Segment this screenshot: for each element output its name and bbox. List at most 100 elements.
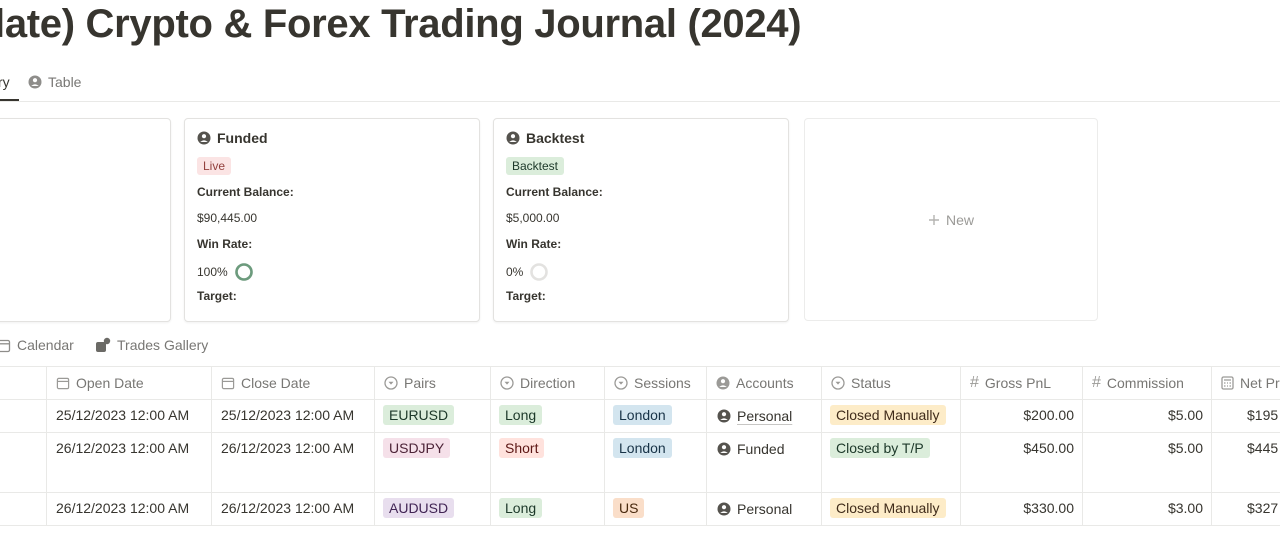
close-date-cell[interactable]: 25/12/2023 12:00 AM (221, 407, 354, 423)
pair-cell[interactable]: EURUSD (383, 405, 455, 425)
select-icon (384, 375, 398, 390)
close-date-cell[interactable]: 26/12/2023 12:00 AM (221, 500, 354, 516)
column-divider (706, 366, 707, 526)
column-header-net-profit[interactable]: Net Pr (1221, 366, 1280, 399)
direction-tag: Long (499, 405, 543, 425)
person-icon (197, 131, 211, 145)
net-profit-cell[interactable]: $195 (1247, 407, 1278, 423)
column-header-pairs[interactable]: Pairs (384, 366, 436, 399)
status-tag: Closed by T/P (830, 438, 930, 458)
tab-trades-gallery-label: Trades Gallery (117, 337, 209, 353)
direction-cell[interactable]: Long (499, 405, 543, 425)
gallery-card-partial[interactable] (0, 118, 171, 322)
page-title: late) Crypto & Forex Trading Journal (20… (0, 2, 802, 46)
status-cell[interactable]: Closed by T/P (830, 438, 930, 458)
account-cell[interactable]: Personal (717, 408, 792, 424)
shapes-icon (96, 337, 111, 352)
person-icon (717, 442, 731, 456)
pair-cell[interactable]: AUDUSD (383, 498, 455, 518)
column-header-accounts[interactable]: Accounts (716, 366, 794, 399)
table-border (0, 525, 1280, 526)
direction-tag: Short (499, 438, 545, 458)
pair-tag: USDJPY (383, 438, 451, 458)
column-divider (211, 366, 212, 526)
pair-tag: AUDUSD (383, 498, 455, 518)
account-name[interactable]: Funded (737, 441, 784, 457)
table-border (0, 399, 1280, 400)
column-header-close-date[interactable]: Close Date (221, 366, 310, 399)
account-cell[interactable]: Funded (717, 441, 784, 457)
column-divider (46, 366, 47, 526)
new-card-button[interactable]: New (804, 118, 1098, 321)
status-cell[interactable]: Closed Manually (830, 498, 946, 518)
account-cell[interactable]: Personal (717, 501, 792, 517)
session-tag: London (613, 438, 672, 458)
tab-table[interactable]: Table (28, 74, 81, 90)
tab-gallery[interactable]: ry (0, 74, 10, 90)
column-header-status[interactable]: Status (831, 366, 891, 399)
direction-cell[interactable]: Short (499, 438, 545, 458)
winrate-label: Win Rate: (506, 237, 562, 251)
column-header-commission[interactable]: # Commission (1092, 366, 1184, 399)
header-label: Sessions (634, 374, 691, 391)
gross-pnl-cell[interactable]: $450.00 (960, 440, 1074, 456)
divider (0, 101, 1280, 102)
account-name[interactable]: Personal (737, 501, 792, 517)
gallery-card-funded[interactable]: Funded Live Current Balance: $90,445.00 … (184, 118, 480, 322)
pair-cell[interactable]: USDJPY (383, 438, 451, 458)
person-icon (716, 376, 730, 389)
target-label: Target: (197, 289, 237, 303)
header-label: Direction (520, 374, 576, 391)
header-label: Commission (1106, 374, 1184, 391)
header-label: Open Date (76, 374, 144, 391)
status-cell[interactable]: Closed Manually (830, 405, 946, 425)
person-icon (28, 75, 42, 89)
gross-pnl-cell[interactable]: $330.00 (960, 500, 1074, 516)
person-icon (506, 131, 520, 145)
open-date-cell[interactable]: 26/12/2023 12:00 AM (56, 500, 189, 516)
header-label: Gross PnL (984, 374, 1052, 391)
calendar-icon (221, 377, 235, 389)
number-icon: # (1092, 373, 1101, 391)
column-header-direction[interactable]: Direction (500, 366, 575, 399)
close-date-cell[interactable]: 26/12/2023 12:00 AM (221, 440, 354, 456)
header-label: Close Date (241, 374, 311, 391)
session-cell[interactable]: US (613, 498, 645, 518)
session-cell[interactable]: London (613, 405, 672, 425)
column-header-open-date[interactable]: Open Date (56, 366, 144, 399)
session-tag: London (613, 405, 672, 425)
card-title-text: Funded (217, 130, 268, 146)
session-cell[interactable]: London (613, 438, 672, 458)
tab-calendar[interactable]: Calendar (0, 337, 74, 353)
select-icon (831, 375, 845, 390)
gallery-card-backtest[interactable]: Backtest Backtest Current Balance: $5,00… (493, 118, 789, 322)
commission-cell[interactable]: $5.00 (1082, 407, 1203, 423)
open-date-cell[interactable]: 26/12/2023 12:00 AM (56, 440, 189, 456)
card-title-text: Backtest (526, 130, 585, 146)
column-header-sessions[interactable]: Sessions (614, 366, 691, 399)
column-header-gross-pnl[interactable]: # Gross PnL (970, 366, 1051, 399)
commission-cell[interactable]: $5.00 (1082, 440, 1203, 456)
column-divider (490, 366, 491, 526)
header-label: Status (851, 374, 891, 391)
column-divider (604, 366, 605, 526)
tab-trades-gallery[interactable]: Trades Gallery (95, 337, 208, 353)
tab-calendar-label: Calendar (17, 337, 74, 353)
status-tag: Closed Manually (830, 498, 946, 518)
net-profit-cell[interactable]: $327 (1247, 500, 1278, 516)
person-icon (717, 502, 731, 516)
calendar-icon (0, 339, 11, 352)
commission-cell[interactable]: $3.00 (1082, 500, 1203, 516)
winrate-value: 100% (197, 265, 228, 279)
net-profit-cell[interactable]: $445 (1247, 440, 1278, 456)
open-date-cell[interactable]: 25/12/2023 12:00 AM (56, 407, 189, 423)
column-divider (1211, 366, 1212, 526)
table-border (0, 432, 1280, 433)
direction-tag: Long (499, 498, 543, 518)
balance-value: $5,000.00 (506, 211, 560, 225)
number-icon: # (970, 373, 979, 391)
gross-pnl-cell[interactable]: $200.00 (960, 407, 1074, 423)
account-name[interactable]: Personal (737, 408, 792, 424)
calendar-icon (56, 377, 70, 389)
direction-cell[interactable]: Long (499, 498, 543, 518)
